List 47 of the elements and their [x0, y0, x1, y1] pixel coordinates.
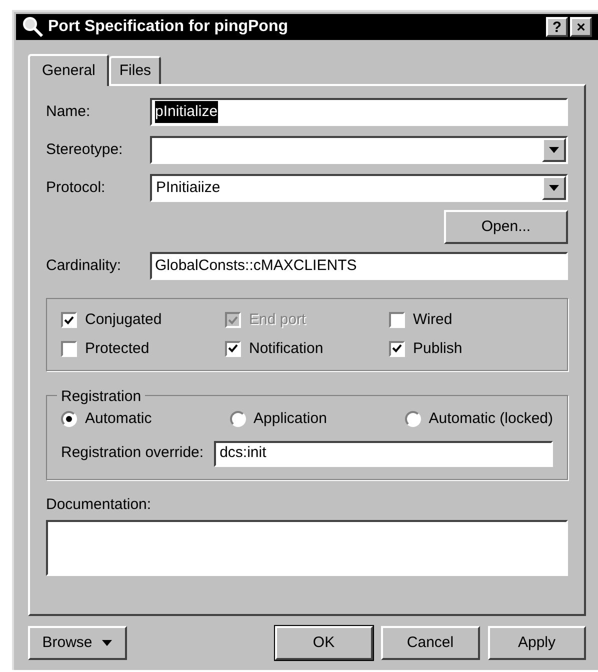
field-label: Name:	[46, 102, 92, 122]
radio-label: Application	[254, 409, 327, 429]
field-label: Registration override:	[61, 443, 204, 464]
field-value: GlobalConsts::cMAXCLIENTS	[155, 256, 357, 276]
caret-icon	[102, 640, 112, 646]
radio-label: Automatic	[85, 409, 152, 429]
magnifier-icon	[22, 16, 44, 38]
radio-button[interactable]	[230, 411, 246, 428]
field-label: Protocol:	[46, 178, 106, 198]
tab[interactable]: General	[28, 54, 110, 86]
checkbox-label: Wired	[413, 310, 452, 330]
checkbox-label: End port	[249, 310, 306, 330]
dialog-button[interactable]: OK	[274, 626, 373, 660]
check-icon	[392, 344, 402, 354]
check-icon	[228, 344, 238, 354]
checkbox-label: Publish	[413, 338, 462, 358]
check-icon	[64, 316, 74, 325]
documentation-field[interactable]	[46, 520, 568, 576]
field-label: Stereotype:	[46, 140, 124, 160]
dropdown-field[interactable]	[150, 136, 568, 164]
text-field[interactable]: pInitialize	[150, 98, 568, 126]
checkbox-label: Notification	[249, 338, 324, 358]
open-button[interactable]: Open...	[444, 210, 568, 244]
checkbox-label: Protected	[85, 338, 150, 358]
checkbox[interactable]	[61, 312, 77, 328]
check-icon	[228, 316, 238, 325]
field-label: Cardinality:	[46, 256, 122, 276]
checkbox[interactable]	[225, 340, 241, 357]
browse-button[interactable]: Browse	[28, 626, 126, 660]
checkbox[interactable]	[389, 340, 405, 357]
field-label: Documentation:	[46, 494, 152, 514]
checkbox-label: Conjugated	[85, 310, 162, 330]
tab[interactable]: Files	[109, 56, 162, 84]
text-field[interactable]: GlobalConsts::cMAXCLIENTS	[150, 252, 568, 280]
dialog-button[interactable]: Apply	[488, 626, 586, 660]
dialog-button[interactable]: Cancel	[381, 626, 480, 660]
window-title: Port Specification for pingPong	[48, 17, 289, 37]
close-button[interactable]: ×	[570, 17, 592, 37]
radio-button[interactable]	[61, 411, 77, 428]
dropdown-field[interactable]: PInitiaiize	[150, 174, 568, 202]
radio-button[interactable]	[404, 411, 421, 428]
checkbox[interactable]	[61, 340, 77, 357]
checkbox[interactable]	[389, 312, 405, 328]
help-button[interactable]: ?	[546, 17, 568, 37]
radio-label: Automatic (locked)	[428, 409, 553, 429]
registration-override-field[interactable]: dcs:init	[214, 440, 553, 466]
field-value: pInitialize	[155, 100, 218, 124]
